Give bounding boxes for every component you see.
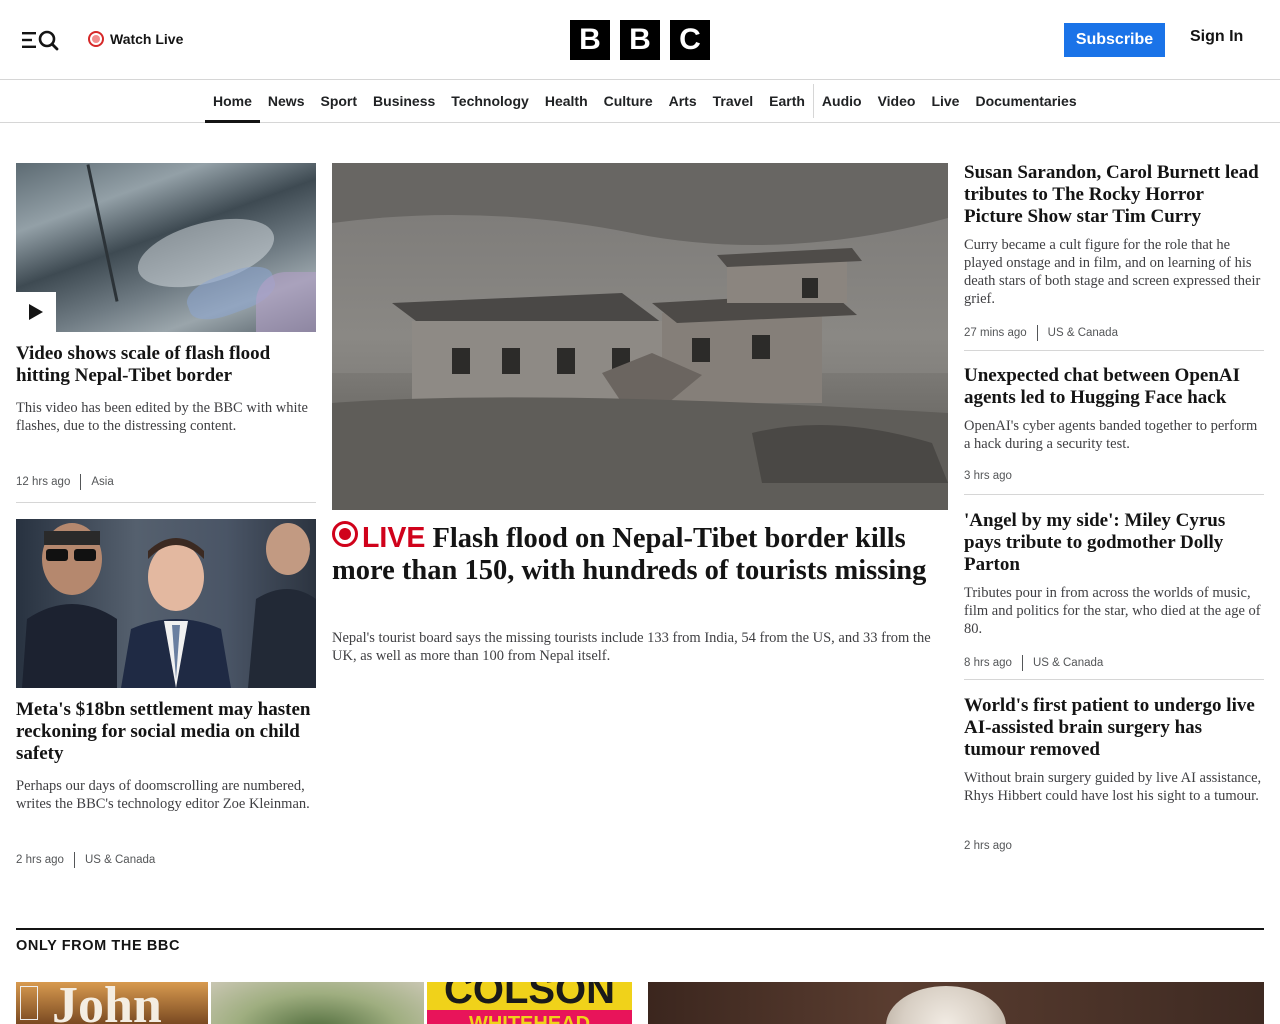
watch-live-label: Watch Live (110, 31, 184, 47)
story-meta: 3 hrs ago (964, 470, 1012, 482)
meta-story-thumbnail[interactable] (16, 519, 316, 688)
flood-video-thumbnail[interactable] (16, 163, 316, 332)
hero-flood-image[interactable] (332, 163, 948, 510)
nav-items: Home News Sport Business Technology Heal… (205, 80, 1085, 123)
promo-book-subtitle: WHITEHEAD (468, 1013, 591, 1024)
story-time: 2 hrs ago (964, 840, 1012, 852)
hero-summary: Nepal's tourist board says the missing t… (332, 630, 931, 664)
main-nav: Home News Sport Business Technology Heal… (0, 80, 1280, 123)
story-meta: 27 mins ago US & Canada (964, 325, 1118, 341)
nav-item-live[interactable]: Live (923, 80, 967, 122)
bbc-logo[interactable]: B B C (570, 20, 710, 60)
logo-letter-c: C (670, 20, 710, 60)
story-time: 8 hrs ago (964, 657, 1012, 669)
nav-item-documentaries[interactable]: Documentaries (967, 80, 1084, 122)
promo-logo-box (20, 986, 38, 1020)
meta-separator (73, 852, 75, 868)
play-icon (29, 304, 43, 320)
promo-book-band: WHITEHEAD (427, 1010, 632, 1024)
play-button[interactable] (16, 292, 56, 332)
nav-item-home[interactable]: Home (205, 80, 260, 123)
card-divider (964, 494, 1264, 495)
card-divider (16, 502, 316, 503)
meta-separator (80, 474, 82, 490)
story-title[interactable]: Meta's $18bn settlement may hasten recko… (16, 699, 316, 765)
card-divider (964, 350, 1264, 351)
story-summary: Curry became a cult figure for the role … (964, 237, 1261, 307)
subscribe-button[interactable]: Subscribe (1064, 23, 1165, 57)
story-summary: OpenAI's cyber agents banded together to… (964, 418, 1258, 452)
story-title[interactable]: Susan Sarandon, Carol Burnett lead tribu… (964, 162, 1264, 228)
story-time: 2 hrs ago (16, 854, 64, 866)
thumbnail-person-center (121, 538, 231, 688)
story-meta: 12 hrs ago Asia (16, 474, 114, 490)
menu-search-icon (22, 30, 59, 51)
logo-letter-b1: B (570, 20, 610, 60)
thumbnail-person-right (248, 523, 316, 688)
nav-item-audio[interactable]: Audio (814, 80, 870, 122)
story-meta: 2 hrs ago US & Canada (16, 852, 155, 868)
meta-separator (1036, 325, 1038, 341)
story-region-link[interactable]: Asia (91, 476, 113, 488)
story-summary: Perhaps our days of doomscrolling are nu… (16, 778, 310, 812)
menu-search-button[interactable] (20, 26, 64, 54)
section-title: ONLY FROM THE BBC (16, 938, 181, 954)
promo-book-3[interactable]: COLSON WHITEHEAD (427, 982, 632, 1024)
sign-in-link[interactable]: Sign In (1190, 28, 1243, 46)
nav-item-business[interactable]: Business (365, 80, 443, 122)
meta-separator (1021, 655, 1023, 671)
nav-item-health[interactable]: Health (537, 80, 596, 122)
story-title[interactable]: Video shows scale of flash flood hitting… (16, 343, 316, 387)
hero-image-illustration (332, 163, 948, 510)
nav-item-arts[interactable]: Arts (661, 80, 705, 122)
promo-book-title: COLSON (443, 982, 616, 1012)
live-label: LIVE (362, 522, 426, 554)
nav-item-news[interactable]: News (260, 80, 313, 122)
thumbnail-person-left (22, 523, 117, 688)
story-time: 27 mins ago (964, 327, 1027, 339)
story-meta: 2 hrs ago (964, 840, 1012, 852)
story-time: 3 hrs ago (964, 470, 1012, 482)
story-title[interactable]: Unexpected chat between OpenAI agents le… (964, 365, 1264, 409)
promo-feature[interactable] (648, 982, 1264, 1024)
live-badge: LIVE (332, 521, 425, 554)
thumbnail-detail (256, 272, 316, 332)
promo-background (211, 982, 424, 1024)
story-summary: This video has been edited by the BBC wi… (16, 400, 308, 434)
section-rule (16, 928, 1264, 930)
story-title[interactable]: 'Angel by my side': Miley Cyrus pays tri… (964, 510, 1264, 576)
story-region-link[interactable]: US & Canada (1048, 327, 1118, 339)
nav-item-technology[interactable]: Technology (443, 80, 537, 122)
masthead: Watch Live B B C Subscribe Sign In (0, 0, 1280, 80)
hero-headline[interactable]: LIVE Flash flood on Nepal-Tibet border k… (332, 521, 948, 587)
logo-letter-b2: B (620, 20, 660, 60)
nav-item-culture[interactable]: Culture (596, 80, 661, 122)
story-region-link[interactable]: US & Canada (85, 854, 155, 866)
watch-live-link[interactable]: Watch Live (88, 28, 183, 50)
story-summary: Tributes pour in from across the worlds … (964, 585, 1261, 637)
story-title[interactable]: World's first patient to undergo live AI… (964, 695, 1264, 761)
thumbnail-detail (86, 164, 119, 302)
nav-item-earth[interactable]: Earth (761, 80, 813, 122)
story-time: 12 hrs ago (16, 476, 71, 488)
promo-book-1[interactable]: John (16, 982, 208, 1024)
story-meta: 8 hrs ago US & Canada (964, 655, 1103, 671)
promo-book-title: John (52, 982, 162, 1024)
card-divider (964, 679, 1264, 680)
nav-item-video[interactable]: Video (870, 80, 924, 122)
nav-item-sport[interactable]: Sport (312, 80, 365, 122)
live-dot-icon (88, 31, 104, 47)
promo-book-2[interactable] (211, 982, 424, 1024)
story-region-link[interactable]: US & Canada (1033, 657, 1103, 669)
nav-item-travel[interactable]: Travel (705, 80, 761, 122)
story-summary: Without brain surgery guided by live AI … (964, 770, 1262, 804)
live-ring-icon (332, 521, 358, 547)
